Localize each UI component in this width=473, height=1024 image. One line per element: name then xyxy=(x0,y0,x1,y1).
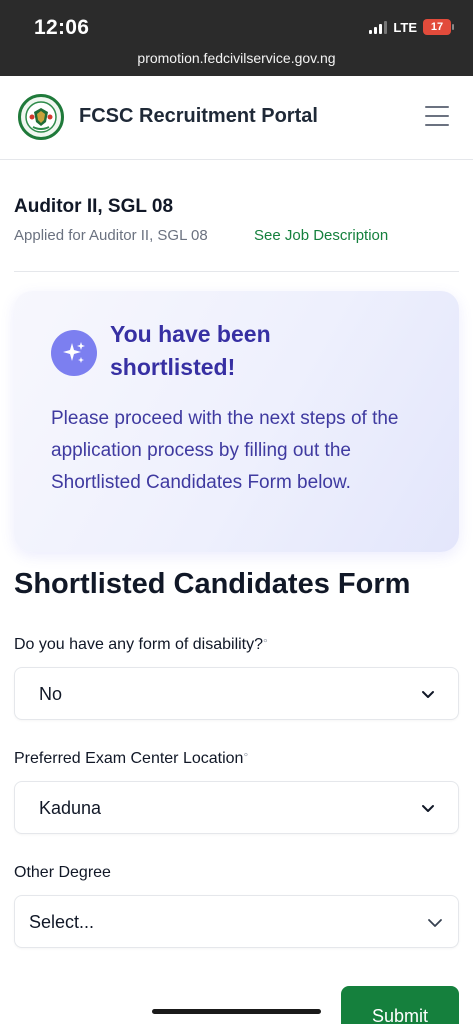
other-degree-select-value: Select... xyxy=(29,912,95,932)
battery-level: 17 xyxy=(430,21,444,33)
home-indicator[interactable] xyxy=(152,1009,321,1014)
see-job-description-link[interactable]: See Job Description xyxy=(254,227,388,244)
chevron-down-icon xyxy=(422,805,434,812)
other-degree-label-text: Other Degree xyxy=(14,864,111,881)
address-bar[interactable]: promotion.fedcivilservice.gov.ng xyxy=(0,50,473,66)
sparkles-icon xyxy=(51,330,97,376)
required-mark: ° xyxy=(263,636,268,650)
divider xyxy=(14,271,459,272)
exam-center-label: Preferred Exam Center Location° xyxy=(14,750,248,768)
exam-center-select[interactable]: Kaduna xyxy=(14,781,459,834)
hamburger-menu-icon[interactable] xyxy=(425,106,449,126)
applied-text: Applied for Auditor II, SGL 08 xyxy=(14,227,208,244)
disability-label-text: Do you have any form of disability? xyxy=(14,636,264,653)
disability-select-value: No xyxy=(39,684,63,704)
submit-button[interactable]: Submit xyxy=(341,986,459,1024)
clock: 12:06 xyxy=(34,16,90,39)
exam-center-label-text: Preferred Exam Center Location xyxy=(14,750,244,767)
system-indicators: LTE 17 xyxy=(369,19,454,35)
disability-label: Do you have any form of disability?° xyxy=(14,636,268,654)
site-header: FCSC Recruitment Portal xyxy=(0,76,473,160)
signal-icon xyxy=(369,20,388,34)
network-type: LTE xyxy=(393,19,417,35)
chevron-down-icon xyxy=(428,919,442,927)
chevron-down-icon xyxy=(422,691,434,698)
exam-center-select-value: Kaduna xyxy=(39,798,102,818)
job-title: Auditor II, SGL 08 xyxy=(14,196,174,217)
other-degree-select[interactable]: Select... xyxy=(14,895,459,948)
shortlisted-banner: You have been shortlisted! Please procee… xyxy=(14,291,459,552)
disability-select[interactable]: No xyxy=(14,667,459,720)
banner-title: You have been shortlisted! xyxy=(110,321,271,380)
banner-message: Please proceed with the next steps of th… xyxy=(51,408,399,493)
required-mark: ° xyxy=(243,750,249,764)
status-bar: 12:06 LTE 17 promotion.fedcivilservice.g… xyxy=(0,0,473,76)
coat-of-arms-icon[interactable] xyxy=(18,94,64,140)
portal-title[interactable]: FCSC Recruitment Portal xyxy=(79,105,318,128)
battery-icon: 17 xyxy=(423,19,454,35)
form-title: Shortlisted Candidates Form xyxy=(14,568,411,600)
other-degree-label: Other Degree xyxy=(14,864,111,882)
